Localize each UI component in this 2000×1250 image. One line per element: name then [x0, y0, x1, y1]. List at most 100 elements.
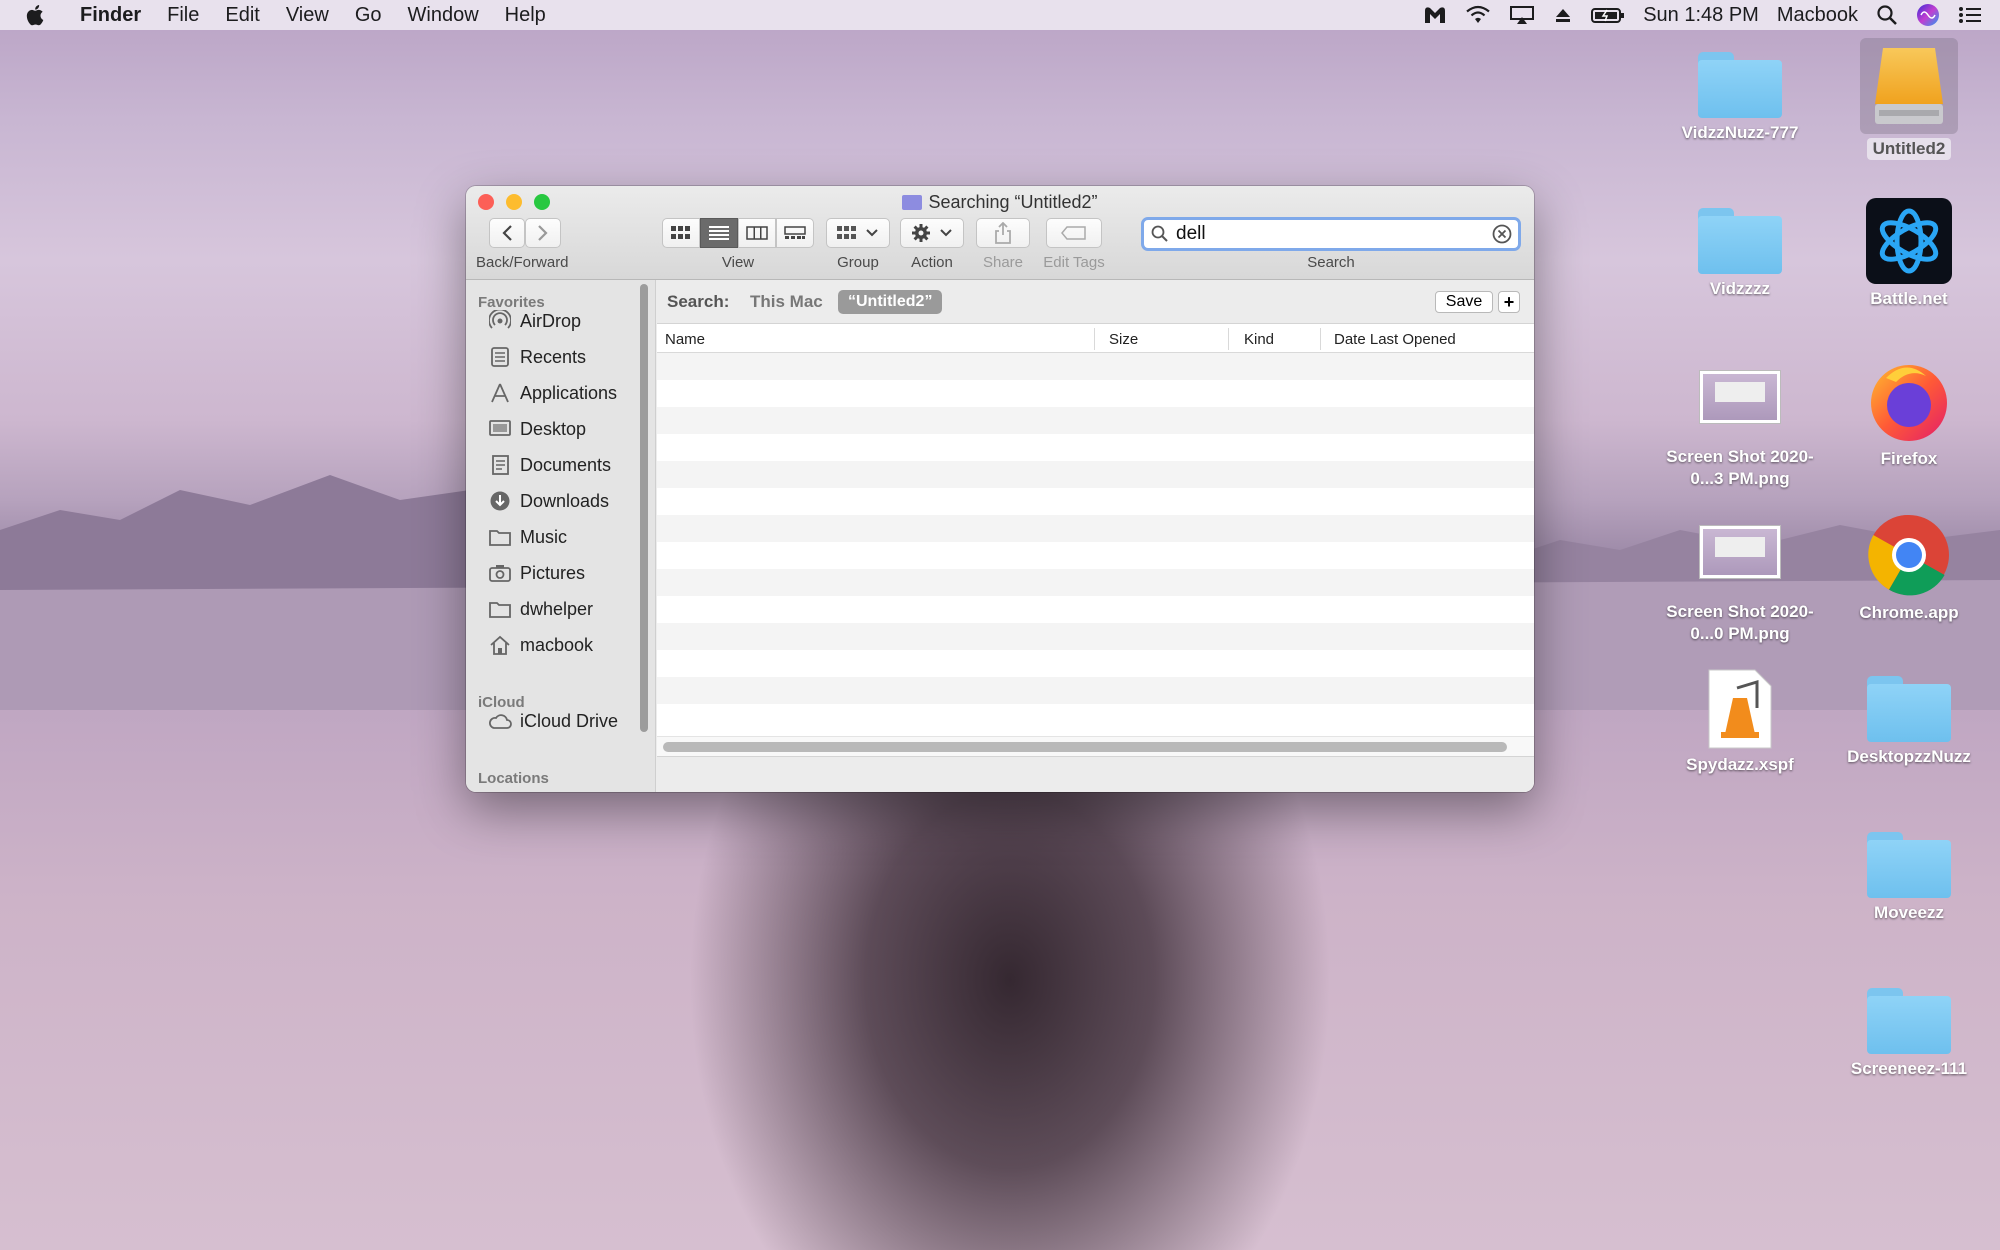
desktop-icon-screenshot-1[interactable]: Screen Shot 2020-0...3 PM.png	[1655, 370, 1825, 490]
menu-go[interactable]: Go	[355, 4, 382, 27]
airdrop-icon	[488, 310, 512, 332]
menu-clock[interactable]: Sun 1:48 PM	[1643, 4, 1759, 27]
folder-icon	[1698, 52, 1782, 118]
chevron-left-icon	[502, 225, 512, 241]
sidebar-item-downloads[interactable]: Downloads	[488, 486, 609, 516]
sidebar-scrollbar[interactable]	[640, 284, 648, 732]
applications-icon	[488, 382, 512, 404]
desktop-icon-vidzznuzz-777[interactable]: VidzzNuzz-777	[1655, 52, 1825, 144]
apple-menu-icon[interactable]	[26, 4, 56, 26]
group-button[interactable]	[826, 218, 890, 248]
desktop-icon-label: Moveezz	[1874, 903, 1944, 922]
notification-center-icon[interactable]	[1958, 5, 1982, 25]
menu-file[interactable]: File	[167, 4, 199, 27]
results-list	[657, 353, 1534, 733]
sidebar-item-desktop[interactable]: Desktop	[488, 414, 586, 444]
desktop-icon-label: Vidzzzz	[1709, 279, 1771, 298]
menu-help[interactable]: Help	[505, 4, 546, 27]
add-criteria-button[interactable]: +	[1498, 291, 1520, 313]
sidebar-item-recents[interactable]: Recents	[488, 342, 586, 372]
documents-icon	[488, 454, 512, 476]
sidebar-item-icloud-drive[interactable]: iCloud Drive	[488, 706, 618, 736]
desktop-icon-label: Chrome.app	[1859, 603, 1959, 622]
share-button[interactable]	[976, 218, 1030, 248]
battle-net-icon	[1866, 198, 1952, 284]
forward-button[interactable]	[525, 218, 561, 248]
desktop-icon-vidzzzz[interactable]: Vidzzzz	[1655, 208, 1825, 300]
sidebar-item-pictures[interactable]: Pictures	[488, 558, 585, 588]
desktop-icon-label: Screen Shot 2020-0...3 PM.png	[1666, 447, 1814, 488]
column-kind[interactable]: Kind	[1244, 331, 1274, 348]
sidebar-header-locations: Locations	[478, 770, 549, 787]
finder-toolbar: Searching “Untitled2” Back/Forward View	[466, 186, 1534, 280]
wifi-icon[interactable]	[1465, 5, 1491, 25]
desktop-icon-desktopzznuzz[interactable]: DesktopzzNuzz	[1824, 676, 1994, 768]
scope-untitled2[interactable]: “Untitled2”	[838, 290, 943, 314]
search-results-pane: Search: This Mac “Untitled2” Save + Name…	[657, 280, 1534, 792]
chevron-down-icon	[866, 229, 878, 237]
group-icon	[837, 226, 856, 239]
horizontal-scrollbar[interactable]	[663, 742, 1507, 752]
desktop-icon-chrome[interactable]: Chrome.app	[1824, 512, 1994, 624]
desktop-icon-firefox[interactable]: Firefox	[1824, 358, 1994, 470]
menu-bar: Finder File Edit View Go Window Help Sun…	[0, 0, 2000, 30]
desktop-icon-battle-net[interactable]: Battle.net	[1824, 198, 1994, 310]
tag-icon	[1061, 226, 1086, 240]
empty-row	[657, 461, 1534, 488]
external-drive-icon	[1875, 48, 1943, 124]
search-field[interactable]: dell	[1141, 217, 1521, 251]
firefox-icon	[1871, 365, 1947, 441]
view-gallery-button[interactable]	[776, 218, 814, 248]
spotlight-icon[interactable]	[1876, 4, 1898, 26]
folder-icon	[488, 598, 512, 620]
menu-user[interactable]: Macbook	[1777, 4, 1858, 27]
desktop-icon-label: Screen Shot 2020-0...0 PM.png	[1666, 602, 1814, 643]
view-list-button[interactable]	[700, 218, 738, 248]
back-forward-label: Back/Forward	[476, 254, 569, 271]
menu-app-finder[interactable]: Finder	[80, 4, 141, 27]
save-search-button[interactable]: Save	[1435, 291, 1493, 313]
back-button[interactable]	[489, 218, 525, 248]
view-columns-button[interactable]	[738, 218, 776, 248]
sidebar-item-documents[interactable]: Documents	[488, 450, 611, 480]
battery-icon[interactable]	[1591, 5, 1625, 25]
empty-row	[657, 677, 1534, 704]
column-name[interactable]: Name	[665, 331, 705, 348]
path-bar	[657, 756, 1534, 792]
sidebar-item-dwhelper[interactable]: dwhelper	[488, 594, 593, 624]
menu-view[interactable]: View	[286, 4, 329, 27]
siri-icon[interactable]	[1916, 3, 1940, 27]
action-label: Action	[911, 254, 953, 271]
empty-row	[657, 380, 1534, 407]
empty-row	[657, 515, 1534, 542]
eject-icon[interactable]	[1553, 5, 1573, 25]
airplay-icon[interactable]	[1509, 5, 1535, 25]
menu-window[interactable]: Window	[408, 4, 479, 27]
sidebar-item-airdrop[interactable]: AirDrop	[488, 306, 581, 336]
share-icon	[995, 222, 1011, 244]
empty-row	[657, 407, 1534, 434]
desktop-icon-moveezz[interactable]: Moveezz	[1824, 832, 1994, 924]
desktop-icon-spydazz[interactable]: Spydazz.xspf	[1655, 668, 1825, 776]
malwarebytes-icon[interactable]	[1423, 5, 1447, 25]
clear-search-icon[interactable]	[1492, 224, 1512, 244]
search-input[interactable]: dell	[1176, 223, 1492, 245]
sidebar-item-music[interactable]: Music	[488, 522, 567, 552]
scope-label: Search:	[667, 292, 730, 311]
desktop-icon-screenshot-2[interactable]: Screen Shot 2020-0...0 PM.png	[1655, 525, 1825, 645]
view-icon-button[interactable]	[662, 218, 700, 248]
scope-this-mac[interactable]: This Mac	[750, 292, 823, 312]
cloud-icon	[488, 710, 512, 732]
column-size[interactable]: Size	[1109, 331, 1138, 348]
chevron-right-icon	[538, 225, 548, 241]
column-date-last-opened[interactable]: Date Last Opened	[1334, 331, 1456, 348]
desktop-icon-screeneez-111[interactable]: Screeneez-111	[1824, 988, 1994, 1080]
menu-edit[interactable]: Edit	[225, 4, 259, 27]
edit-tags-button[interactable]	[1046, 218, 1102, 248]
home-icon	[488, 634, 512, 656]
desktop-icon-untitled2[interactable]: Untitled2	[1824, 38, 1994, 160]
sidebar-item-applications[interactable]: Applications	[488, 378, 617, 408]
group-label: Group	[837, 254, 879, 271]
action-button[interactable]	[900, 218, 964, 248]
sidebar-item-macbook[interactable]: macbook	[488, 630, 593, 660]
